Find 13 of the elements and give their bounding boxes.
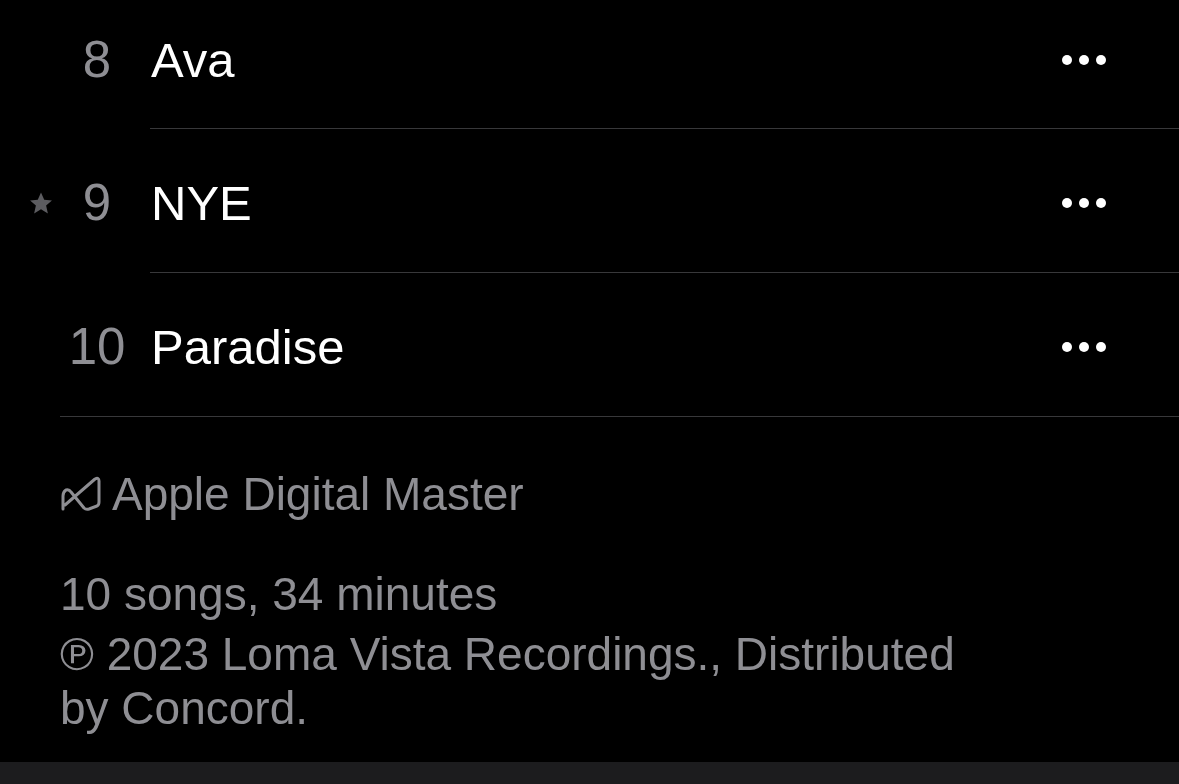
track-number: 8: [82, 31, 112, 89]
track-number: 10: [68, 318, 126, 376]
ellipsis-icon: [1062, 55, 1106, 65]
copyright-text: ℗ 2023 Loma Vista Recordings., Distributed by Concord.: [60, 627, 956, 735]
album-summary: 10 songs, 34 minutes: [60, 567, 498, 621]
track-number: 9: [82, 174, 112, 232]
track-title: Ava: [151, 32, 235, 89]
track-title: Paradise: [151, 319, 345, 376]
ribbon-icon: [60, 475, 102, 513]
ellipsis-icon: [1062, 198, 1106, 208]
apple-digital-master-label: Apple Digital Master: [112, 467, 524, 521]
ellipsis-icon: [1062, 342, 1106, 352]
track-title: NYE: [151, 175, 252, 232]
